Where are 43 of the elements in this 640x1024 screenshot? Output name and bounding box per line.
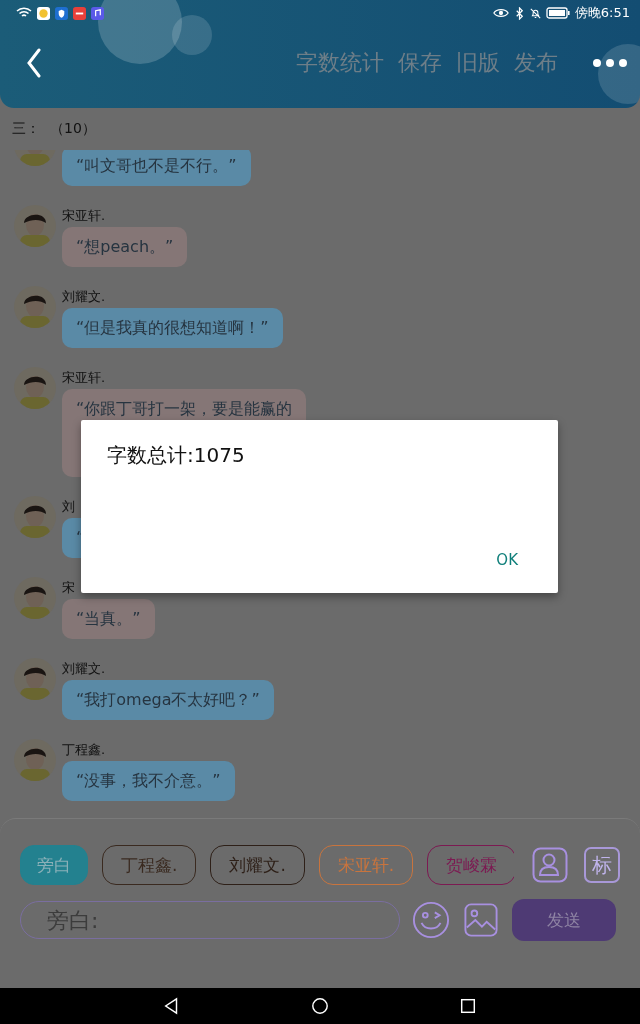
speaker-chip[interactable]: 旁白 <box>20 845 88 885</box>
chapter-count: （10） <box>50 120 96 138</box>
bell-off-icon <box>529 6 541 20</box>
bubble-drawing <box>598 44 640 104</box>
message-text: “当真。” <box>76 608 141 630</box>
toolbar-action[interactable]: 保存 <box>398 48 442 78</box>
send-button[interactable]: 发送 <box>512 899 616 941</box>
toolbar-action[interactable]: 旧版 <box>456 48 500 78</box>
message-text: “叫文哥也不是不行。” <box>76 155 237 177</box>
app-icon <box>73 6 86 20</box>
speaker-name: 宋亚轩. <box>62 370 106 385</box>
music-icon <box>91 6 104 20</box>
message-text: “想peach。” <box>76 236 174 258</box>
clock-time: 傍晚6:51 <box>574 4 630 22</box>
message-text: “你跟丁哥打一架，要是能赢的 <box>76 398 293 420</box>
back-icon[interactable] <box>26 48 42 78</box>
dialog-message: 字数总计:1075 <box>107 442 246 469</box>
speaker-name: 刘耀文. <box>62 289 106 304</box>
toolbar-action[interactable]: 字数统计 <box>296 48 384 78</box>
speaker-chip[interactable]: 贺峻霖 <box>427 845 514 885</box>
wifi-icon <box>16 7 32 19</box>
speaker-chip[interactable]: 宋亚轩. <box>318 845 414 885</box>
chapter-label: 三： <box>12 120 40 138</box>
shield-icon <box>55 6 68 20</box>
battery-icon <box>545 7 570 19</box>
message-text: “没事，我不介意。” <box>76 770 221 792</box>
message-text: “但是我真的很想知道啊！” <box>76 317 269 339</box>
app-icon <box>37 6 50 20</box>
ok-button[interactable]: OK <box>482 545 532 575</box>
speaker-chip[interactable]: 丁程鑫. <box>102 845 197 885</box>
eye-icon <box>492 7 509 19</box>
home-icon[interactable] <box>311 997 329 1015</box>
speaker-name: 宋亚轩. <box>62 208 106 223</box>
message-text: “我打omega不太好吧？” <box>76 689 260 711</box>
speaker-name: 宋 <box>62 580 75 595</box>
speaker-name: 丁程鑫. <box>62 742 106 757</box>
more-icon[interactable] <box>592 58 628 68</box>
speaker-name: 刘 <box>62 499 75 514</box>
tag-button[interactable]: 标 <box>584 847 620 883</box>
toolbar-action[interactable]: 发布 <box>514 48 558 78</box>
speaker-name: 刘耀文. <box>62 661 106 676</box>
speaker-chip[interactable]: 刘耀文. <box>210 845 305 885</box>
recents-icon[interactable] <box>459 997 477 1015</box>
